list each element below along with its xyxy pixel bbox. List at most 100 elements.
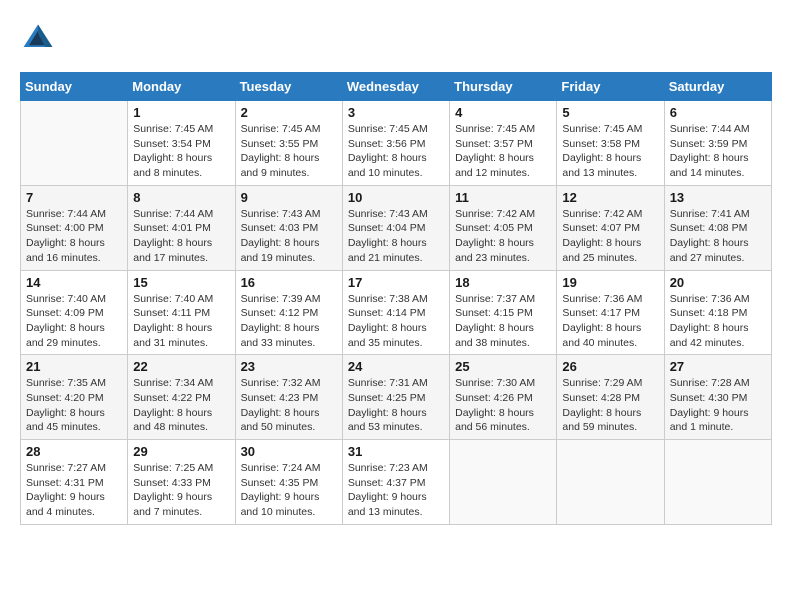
day-info: Sunrise: 7:45 AM Sunset: 3:57 PM Dayligh… [455, 122, 551, 181]
calendar-cell: 25 Sunrise: 7:30 AM Sunset: 4:26 PM Dayli… [450, 355, 557, 440]
calendar-cell: 28Sunrise: 7:27 AM Sunset: 4:31 PM Dayli… [21, 440, 128, 525]
calendar-cell: 16 Sunrise: 7:39 AM Sunset: 4:12 PM Dayli… [235, 270, 342, 355]
day-number: 13 [670, 190, 766, 205]
day-number: 25 [455, 359, 551, 374]
day-number: 8 [133, 190, 229, 205]
day-number: 10 [348, 190, 444, 205]
calendar-cell: 1 Sunrise: 7:45 AM Sunset: 3:54 PM Daylig… [128, 101, 235, 186]
calendar-cell: 3Sunrise: 7:45 AM Sunset: 3:56 PM Daylig… [342, 101, 449, 186]
day-info: Sunrise: 7:25 AM Sunset: 4:33 PM Dayligh… [133, 461, 229, 520]
calendar-cell: 30 Sunrise: 7:24 AM Sunset: 4:35 PM Dayli… [235, 440, 342, 525]
day-header-monday: Monday [128, 73, 235, 101]
day-info: Sunrise: 7:36 AM Sunset: 4:17 PM Dayligh… [562, 292, 658, 351]
calendar-cell: 9 Sunrise: 7:43 AM Sunset: 4:03 PM Daylig… [235, 185, 342, 270]
calendar-cell: 26 Sunrise: 7:29 AM Sunset: 4:28 PM Dayli… [557, 355, 664, 440]
day-number: 31 [348, 444, 444, 459]
calendar-cell [450, 440, 557, 525]
day-number: 24 [348, 359, 444, 374]
day-number: 3 [348, 105, 444, 120]
day-number: 2 [241, 105, 337, 120]
logo [20, 20, 60, 56]
day-info: Sunrise: 7:42 AM Sunset: 4:07 PM Dayligh… [562, 207, 658, 266]
calendar-cell: 7 Sunrise: 7:44 AM Sunset: 4:00 PM Daylig… [21, 185, 128, 270]
day-info: Sunrise: 7:35 AM Sunset: 4:20 PM Dayligh… [26, 376, 122, 435]
day-number: 4 [455, 105, 551, 120]
calendar-cell: 4 Sunrise: 7:45 AM Sunset: 3:57 PM Daylig… [450, 101, 557, 186]
day-info: Sunrise: 7:28 AM Sunset: 4:30 PM Dayligh… [670, 376, 766, 435]
calendar-cell: 6 Sunrise: 7:44 AM Sunset: 3:59 PM Daylig… [664, 101, 771, 186]
day-number: 20 [670, 275, 766, 290]
day-info: Sunrise: 7:30 AM Sunset: 4:26 PM Dayligh… [455, 376, 551, 435]
day-info: Sunrise: 7:45 AM Sunset: 3:55 PM Dayligh… [241, 122, 337, 181]
calendar-cell: 8 Sunrise: 7:44 AM Sunset: 4:01 PM Daylig… [128, 185, 235, 270]
calendar-cell: 11 Sunrise: 7:42 AM Sunset: 4:05 PM Dayli… [450, 185, 557, 270]
calendar-week-5: 28Sunrise: 7:27 AM Sunset: 4:31 PM Dayli… [21, 440, 772, 525]
day-header-wednesday: Wednesday [342, 73, 449, 101]
day-number: 23 [241, 359, 337, 374]
day-number: 18 [455, 275, 551, 290]
day-info: Sunrise: 7:41 AM Sunset: 4:08 PM Dayligh… [670, 207, 766, 266]
logo-icon [20, 20, 56, 56]
day-info: Sunrise: 7:44 AM Sunset: 4:01 PM Dayligh… [133, 207, 229, 266]
day-info: Sunrise: 7:38 AM Sunset: 4:14 PM Dayligh… [348, 292, 444, 351]
calendar-header-row: SundayMondayTuesdayWednesdayThursdayFrid… [21, 73, 772, 101]
day-number: 26 [562, 359, 658, 374]
day-number: 5 [562, 105, 658, 120]
calendar-cell: 2 Sunrise: 7:45 AM Sunset: 3:55 PM Daylig… [235, 101, 342, 186]
day-info: Sunrise: 7:45 AM Sunset: 3:54 PM Dayligh… [133, 122, 229, 181]
calendar-week-4: 21Sunrise: 7:35 AM Sunset: 4:20 PM Dayli… [21, 355, 772, 440]
calendar-table: SundayMondayTuesdayWednesdayThursdayFrid… [20, 72, 772, 525]
day-number: 12 [562, 190, 658, 205]
calendar-cell: 24 Sunrise: 7:31 AM Sunset: 4:25 PM Dayli… [342, 355, 449, 440]
calendar-week-3: 14 Sunrise: 7:40 AM Sunset: 4:09 PM Dayli… [21, 270, 772, 355]
day-number: 6 [670, 105, 766, 120]
calendar-cell: 15Sunrise: 7:40 AM Sunset: 4:11 PM Dayli… [128, 270, 235, 355]
day-number: 9 [241, 190, 337, 205]
day-info: Sunrise: 7:43 AM Sunset: 4:04 PM Dayligh… [348, 207, 444, 266]
day-number: 22 [133, 359, 229, 374]
calendar-week-2: 7 Sunrise: 7:44 AM Sunset: 4:00 PM Daylig… [21, 185, 772, 270]
calendar-cell: 27 Sunrise: 7:28 AM Sunset: 4:30 PM Dayli… [664, 355, 771, 440]
day-number: 17 [348, 275, 444, 290]
calendar-week-1: 1 Sunrise: 7:45 AM Sunset: 3:54 PM Daylig… [21, 101, 772, 186]
day-info: Sunrise: 7:31 AM Sunset: 4:25 PM Dayligh… [348, 376, 444, 435]
calendar-cell [557, 440, 664, 525]
calendar-cell: 17 Sunrise: 7:38 AM Sunset: 4:14 PM Dayli… [342, 270, 449, 355]
day-info: Sunrise: 7:32 AM Sunset: 4:23 PM Dayligh… [241, 376, 337, 435]
day-info: Sunrise: 7:39 AM Sunset: 4:12 PM Dayligh… [241, 292, 337, 351]
day-number: 27 [670, 359, 766, 374]
day-number: 7 [26, 190, 122, 205]
calendar-cell: 18 Sunrise: 7:37 AM Sunset: 4:15 PM Dayli… [450, 270, 557, 355]
day-info: Sunrise: 7:44 AM Sunset: 3:59 PM Dayligh… [670, 122, 766, 181]
day-number: 11 [455, 190, 551, 205]
calendar-cell: 22 Sunrise: 7:34 AM Sunset: 4:22 PM Dayli… [128, 355, 235, 440]
day-info: Sunrise: 7:37 AM Sunset: 4:15 PM Dayligh… [455, 292, 551, 351]
day-header-saturday: Saturday [664, 73, 771, 101]
day-info: Sunrise: 7:44 AM Sunset: 4:00 PM Dayligh… [26, 207, 122, 266]
day-number: 1 [133, 105, 229, 120]
day-info: Sunrise: 7:36 AM Sunset: 4:18 PM Dayligh… [670, 292, 766, 351]
day-info: Sunrise: 7:29 AM Sunset: 4:28 PM Dayligh… [562, 376, 658, 435]
day-info: Sunrise: 7:23 AM Sunset: 4:37 PM Dayligh… [348, 461, 444, 520]
day-header-thursday: Thursday [450, 73, 557, 101]
day-header-tuesday: Tuesday [235, 73, 342, 101]
day-info: Sunrise: 7:24 AM Sunset: 4:35 PM Dayligh… [241, 461, 337, 520]
day-info: Sunrise: 7:40 AM Sunset: 4:09 PM Dayligh… [26, 292, 122, 351]
day-info: Sunrise: 7:43 AM Sunset: 4:03 PM Dayligh… [241, 207, 337, 266]
calendar-cell: 10 Sunrise: 7:43 AM Sunset: 4:04 PM Dayli… [342, 185, 449, 270]
day-number: 30 [241, 444, 337, 459]
day-info: Sunrise: 7:45 AM Sunset: 3:58 PM Dayligh… [562, 122, 658, 181]
calendar-cell: 31 Sunrise: 7:23 AM Sunset: 4:37 PM Dayli… [342, 440, 449, 525]
day-number: 14 [26, 275, 122, 290]
calendar-cell: 12 Sunrise: 7:42 AM Sunset: 4:07 PM Dayli… [557, 185, 664, 270]
day-info: Sunrise: 7:42 AM Sunset: 4:05 PM Dayligh… [455, 207, 551, 266]
calendar-cell [664, 440, 771, 525]
calendar-cell: 13 Sunrise: 7:41 AM Sunset: 4:08 PM Dayli… [664, 185, 771, 270]
calendar-cell: 23 Sunrise: 7:32 AM Sunset: 4:23 PM Dayli… [235, 355, 342, 440]
day-info: Sunrise: 7:27 AM Sunset: 4:31 PM Dayligh… [26, 461, 122, 520]
day-number: 16 [241, 275, 337, 290]
day-info: Sunrise: 7:34 AM Sunset: 4:22 PM Dayligh… [133, 376, 229, 435]
day-info: Sunrise: 7:40 AM Sunset: 4:11 PM Dayligh… [133, 292, 229, 351]
calendar-cell: 29 Sunrise: 7:25 AM Sunset: 4:33 PM Dayli… [128, 440, 235, 525]
day-number: 29 [133, 444, 229, 459]
